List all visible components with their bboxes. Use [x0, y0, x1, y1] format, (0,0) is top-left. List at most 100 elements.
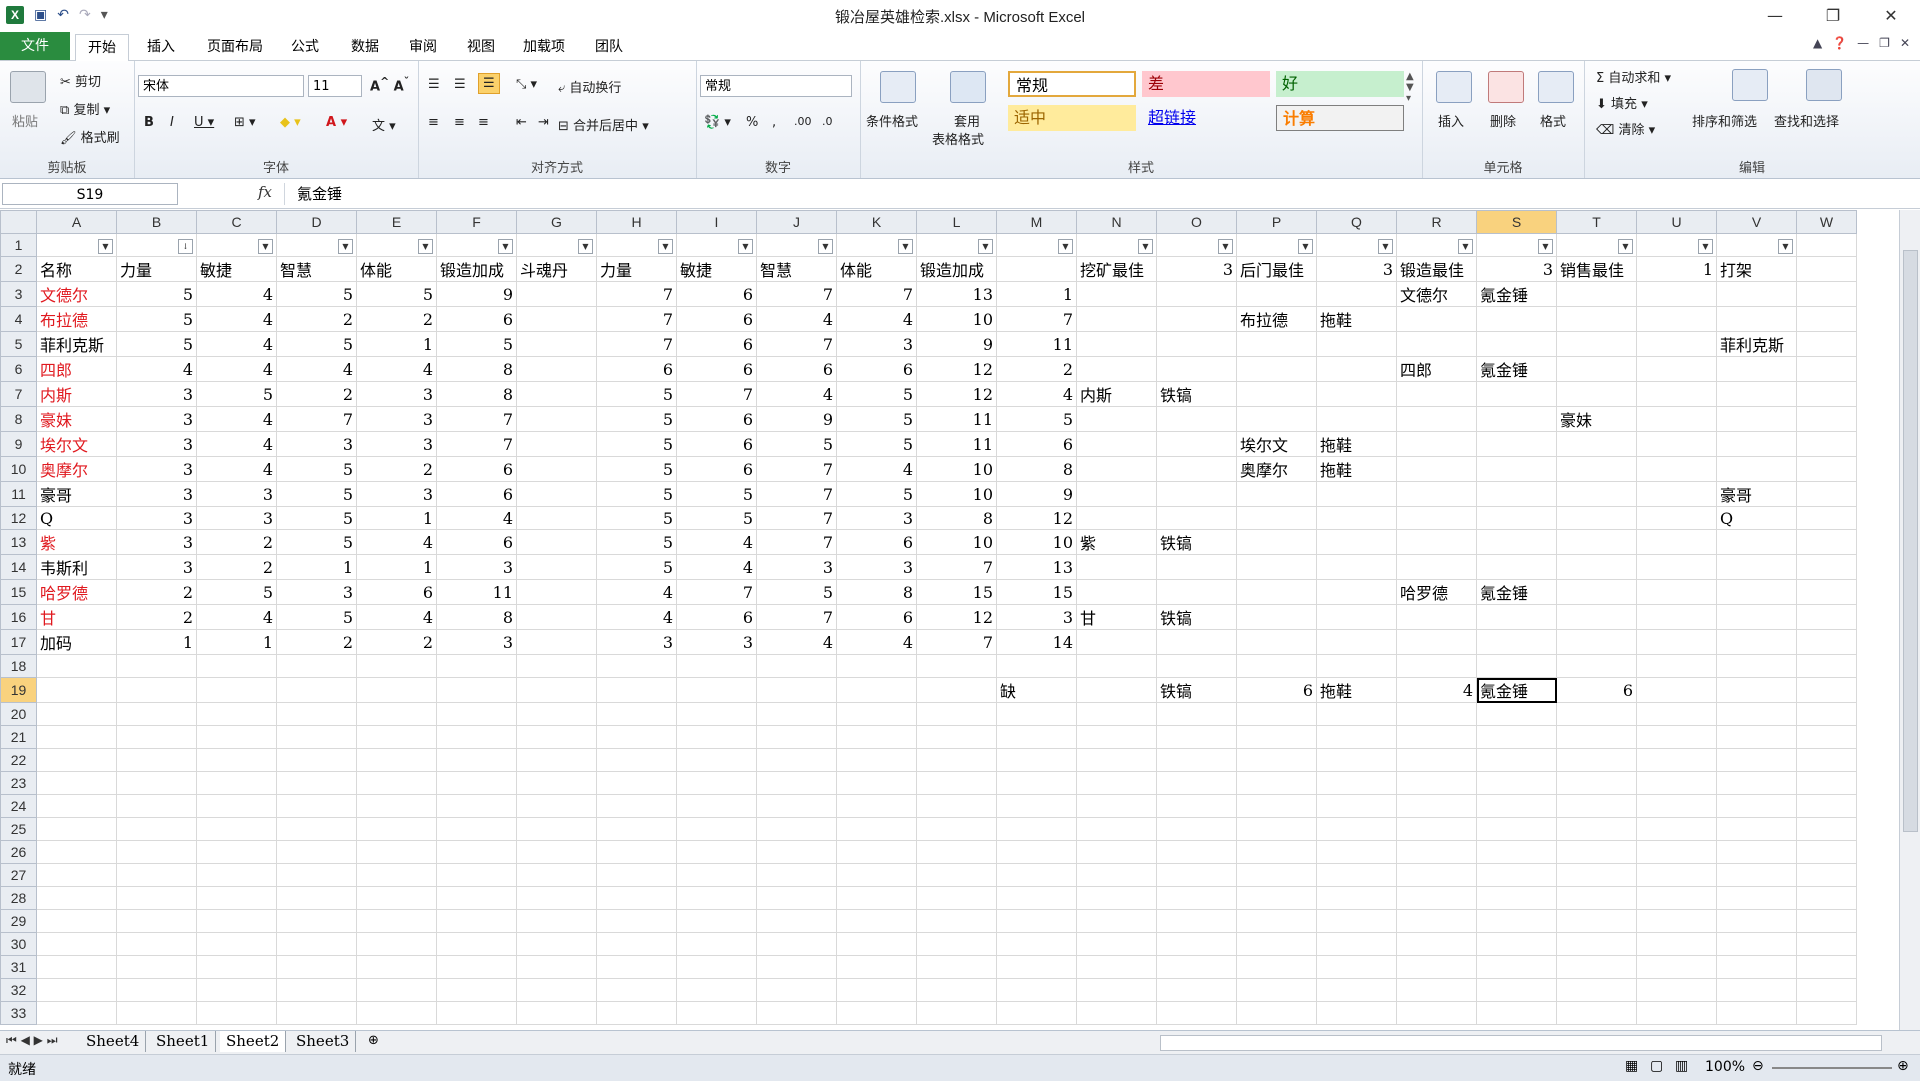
cell[interactable]	[916, 677, 997, 703]
cell[interactable]: 12	[916, 604, 997, 630]
cell[interactable]	[516, 456, 597, 482]
column-header[interactable]: C	[196, 210, 277, 234]
orientation-icon[interactable]: ⤡ ▾	[516, 77, 537, 92]
cell[interactable]: 后门最佳	[1236, 256, 1317, 282]
cell[interactable]	[1396, 306, 1477, 332]
minimize-icon[interactable]: —	[1746, 0, 1804, 30]
cell[interactable]: 7	[596, 306, 677, 332]
cell[interactable]	[836, 748, 917, 772]
cell[interactable]: 2	[196, 529, 277, 555]
cell[interactable]	[36, 1001, 117, 1025]
column-header[interactable]: S	[1476, 210, 1557, 234]
cell[interactable]	[356, 654, 437, 678]
cell[interactable]	[1076, 481, 1157, 507]
filter-dropdown-icon[interactable]: ▼	[578, 239, 593, 254]
sheet-tab-sheet2[interactable]: Sheet2	[220, 1031, 287, 1052]
cell[interactable]: 埃尔文	[36, 431, 117, 457]
cell[interactable]: 5	[996, 406, 1077, 432]
find-select-icon[interactable]	[1806, 69, 1842, 101]
cell[interactable]: Q	[1716, 506, 1797, 530]
close-icon[interactable]: ✕	[1862, 0, 1920, 30]
cell[interactable]: 5	[596, 529, 677, 555]
cell[interactable]: ▼	[1236, 233, 1317, 257]
cell[interactable]: 铁镐	[1156, 604, 1237, 630]
cell[interactable]	[1396, 863, 1477, 887]
cell[interactable]: 6	[436, 456, 517, 482]
cell[interactable]	[1076, 932, 1157, 956]
cell[interactable]	[1156, 554, 1237, 580]
cell[interactable]	[1636, 955, 1717, 979]
cell[interactable]	[676, 725, 757, 749]
row-header[interactable]: 25	[0, 817, 37, 841]
cell[interactable]	[1316, 817, 1397, 841]
filter-dropdown-icon[interactable]: ▼	[498, 239, 513, 254]
cell[interactable]	[1636, 978, 1717, 1002]
cell[interactable]	[276, 886, 357, 910]
cell[interactable]	[1236, 863, 1317, 887]
cell[interactable]: 拖鞋	[1316, 306, 1397, 332]
row-header[interactable]: 32	[0, 978, 37, 1002]
vertical-scroll-thumb[interactable]	[1903, 250, 1918, 832]
cell[interactable]	[516, 554, 597, 580]
row-header[interactable]: 11	[0, 481, 37, 507]
cell[interactable]	[1396, 381, 1477, 407]
cell[interactable]: ▼	[996, 233, 1077, 257]
cell[interactable]	[1716, 431, 1797, 457]
cell[interactable]	[1316, 481, 1397, 507]
cell[interactable]	[756, 978, 837, 1002]
cell[interactable]	[116, 909, 197, 933]
cell[interactable]	[836, 840, 917, 864]
sort-filter-button[interactable]: 排序和筛选	[1692, 111, 1757, 130]
cell[interactable]	[196, 725, 277, 749]
cell[interactable]	[116, 978, 197, 1002]
cell[interactable]	[1476, 456, 1557, 482]
font-size-select[interactable]: 11	[308, 75, 362, 97]
cell[interactable]	[1236, 579, 1317, 605]
cell[interactable]	[1316, 281, 1397, 307]
cell[interactable]	[1636, 771, 1717, 795]
cell[interactable]	[436, 771, 517, 795]
cell[interactable]	[276, 677, 357, 703]
cell[interactable]: 甘	[36, 604, 117, 630]
cell[interactable]	[1316, 725, 1397, 749]
insert-sheet-icon[interactable]: ⊕	[368, 1033, 379, 1048]
cell[interactable]: 7	[596, 281, 677, 307]
filter-dropdown-icon[interactable]: ▼	[1218, 239, 1233, 254]
cell[interactable]	[116, 955, 197, 979]
cell[interactable]	[1796, 406, 1857, 432]
cell[interactable]: 敏捷	[676, 256, 757, 282]
cell[interactable]: 斗魂丹	[516, 256, 597, 282]
cell[interactable]: 2	[356, 629, 437, 655]
cell[interactable]: 6	[836, 356, 917, 382]
cell[interactable]	[1476, 955, 1557, 979]
cell[interactable]	[1236, 281, 1317, 307]
cut-button[interactable]: ✂ 剪切	[60, 71, 101, 90]
cell[interactable]: 哈罗德	[36, 579, 117, 605]
cell[interactable]: 3	[1476, 256, 1557, 282]
cell[interactable]	[1636, 529, 1717, 555]
cell[interactable]	[516, 978, 597, 1002]
cell[interactable]	[1236, 654, 1317, 678]
cell[interactable]: 4	[196, 356, 277, 382]
cell[interactable]: 4	[356, 604, 437, 630]
cell[interactable]	[356, 886, 437, 910]
cell[interactable]: 6	[676, 306, 757, 332]
cell[interactable]	[196, 886, 277, 910]
cell[interactable]: 5	[596, 406, 677, 432]
cell[interactable]	[1236, 506, 1317, 530]
cell[interactable]: 氪金锤	[1476, 677, 1557, 703]
cell[interactable]: ▼	[1636, 233, 1717, 257]
cell[interactable]	[596, 932, 677, 956]
tab-addins[interactable]: 加载项	[515, 34, 573, 60]
cell[interactable]	[1316, 840, 1397, 864]
cell[interactable]: Q	[36, 506, 117, 530]
cell[interactable]	[1076, 794, 1157, 818]
column-header[interactable]: J	[756, 210, 837, 234]
cell[interactable]	[1556, 506, 1637, 530]
cell[interactable]	[1156, 406, 1237, 432]
cell[interactable]	[1476, 863, 1557, 887]
filter-dropdown-icon[interactable]: ▼	[1058, 239, 1073, 254]
cell[interactable]	[1476, 978, 1557, 1002]
cell[interactable]	[36, 863, 117, 887]
sort-filter-icon[interactable]	[1732, 69, 1768, 101]
